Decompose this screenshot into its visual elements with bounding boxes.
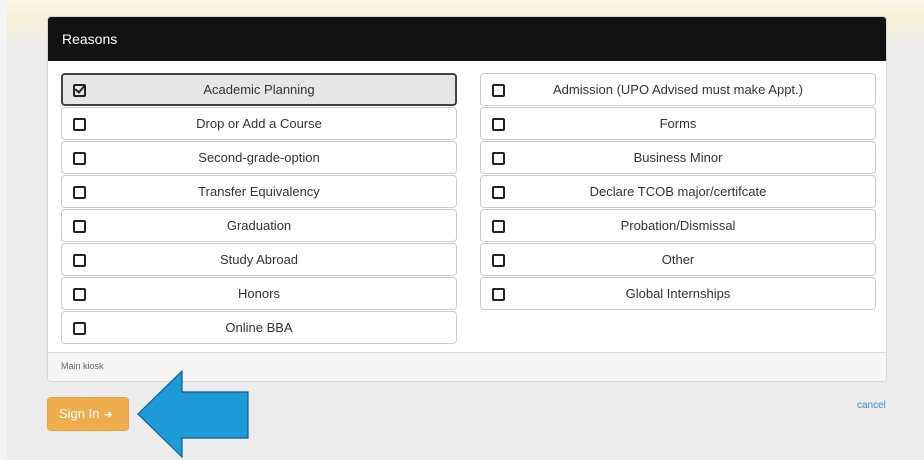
reason-label: Second-grade-option: [198, 150, 320, 165]
reason-label: Drop or Add a Course: [196, 116, 322, 131]
left-strip: [0, 0, 7, 460]
reason-option[interactable]: Second-grade-option: [61, 141, 457, 174]
reason-option[interactable]: Probation/Dismissal: [480, 209, 876, 242]
sign-in-button[interactable]: Sign In ➜: [47, 397, 129, 431]
reason-option[interactable]: Global Internships: [480, 277, 876, 310]
reason-label: Transfer Equivalency: [198, 184, 320, 199]
reason-label: Honors: [238, 286, 280, 301]
sign-in-icon: ➜: [103, 409, 113, 421]
reason-label: Probation/Dismissal: [620, 218, 736, 233]
reason-option[interactable]: Academic Planning: [61, 73, 457, 106]
reason-option[interactable]: Transfer Equivalency: [61, 175, 457, 208]
reasons-column-right: Admission (UPO Advised must make Appt.) F…: [480, 73, 876, 311]
reason-label: Business Minor: [633, 150, 723, 165]
reason-label: Admission (UPO Advised must make Appt.): [553, 82, 803, 97]
reason-option[interactable]: Forms: [480, 107, 876, 140]
reasons-panel: Reasons Academic Planning Drop or Add a C…: [47, 16, 887, 382]
cancel-link[interactable]: cancel: [857, 400, 886, 411]
reason-label: Other: [661, 252, 695, 267]
reason-label: Forms: [659, 116, 697, 131]
pointer-arrow: [137, 369, 249, 459]
reason-option[interactable]: Honors: [61, 277, 457, 310]
reason-option[interactable]: Business Minor: [480, 141, 876, 174]
reason-label: Online BBA: [225, 320, 293, 335]
reason-option[interactable]: Other: [480, 243, 876, 276]
reason-option[interactable]: Admission (UPO Advised must make Appt.): [480, 73, 876, 106]
reason-option[interactable]: Declare TCOB major/certifcate: [480, 175, 876, 208]
reason-label: Academic Planning: [203, 82, 315, 97]
reasons-column-left: Academic Planning Drop or Add a Course Sec…: [61, 73, 457, 345]
reason-option[interactable]: Drop or Add a Course: [61, 107, 457, 140]
panel-title: Reasons: [48, 17, 886, 61]
reason-label: Graduation: [226, 218, 292, 233]
reason-label: Declare TCOB major/certifcate: [589, 184, 767, 199]
reason-label: Global Internships: [625, 286, 731, 301]
reason-option[interactable]: Study Abroad: [61, 243, 457, 276]
sign-in-label: Sign In: [59, 406, 100, 421]
page: Reasons Academic Planning Drop or Add a C…: [0, 0, 924, 460]
reason-label: Study Abroad: [219, 252, 299, 267]
reason-option[interactable]: Online BBA: [61, 311, 457, 344]
reason-option[interactable]: Graduation: [61, 209, 457, 242]
pointer-arrow-shape: [137, 369, 249, 459]
